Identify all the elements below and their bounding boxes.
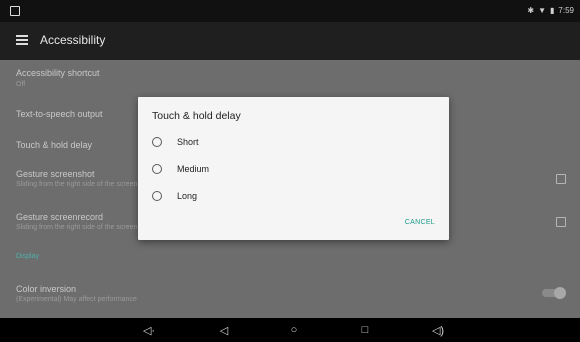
color-inversion-toggle[interactable] [542,287,566,299]
option-medium[interactable]: Medium [152,162,209,176]
home-icon[interactable]: ○ [286,322,302,338]
gesture-screenshot-checkbox[interactable] [556,174,566,184]
volume-down-icon[interactable]: ◁· [141,322,157,338]
option-label: Short [177,137,199,147]
setting-subtitle: (Experimental) May affect performance [16,296,137,303]
setting-title: Text-to-speech output [16,109,103,119]
bluetooth-icon: ✱ [527,6,535,15]
dialog-title: Touch & hold delay [152,110,241,122]
setting-row-accessibility-shortcut[interactable]: Accessibility shortcut Off [0,60,580,98]
cancel-button[interactable]: CANCEL [405,219,435,226]
app-bar: Accessibility [0,22,580,60]
setting-title: Touch & hold delay [16,140,93,150]
option-label: Long [177,191,198,201]
status-icons: ✱ ▼ ▮ 7:59 [527,6,574,15]
recents-icon[interactable]: □ [357,322,373,338]
gesture-screenrecord-checkbox[interactable] [556,217,566,227]
setting-title: Color inversion [16,284,77,294]
radio-button[interactable] [152,137,162,147]
navigation-bar: ◁· ◁ ○ □ ◁) [0,318,580,342]
option-label: Medium [177,164,210,174]
setting-title: Gesture screenshot [16,169,95,179]
wifi-icon: ▼ [538,6,547,15]
volume-up-icon[interactable]: ◁) [430,322,446,338]
setting-row-color-inversion[interactable]: Color inversion (Experimental) May affec… [0,272,580,314]
notification-icon [10,6,20,16]
setting-subtitle: Sliding from the right side of the scree… [16,224,138,231]
status-bar: ✱ ▼ ▮ 7:59 [0,0,580,22]
setting-subtitle: Off [16,81,26,88]
section-header-display: Display [16,253,39,260]
option-short[interactable]: Short [152,135,199,149]
page-title: Accessibility [40,33,106,47]
touch-hold-delay-dialog: Touch & hold delay Short Medium Long CAN… [138,97,449,240]
clock: 7:59 [558,6,574,15]
setting-subtitle: Sliding from the right side of the scree… [16,181,138,188]
back-icon[interactable]: ◁ [216,322,232,338]
radio-button[interactable] [152,191,162,201]
setting-title: Gesture screenrecord [16,212,104,222]
setting-title: Accessibility shortcut [16,68,100,78]
menu-icon[interactable] [16,35,28,45]
option-long[interactable]: Long [152,189,197,203]
radio-button[interactable] [152,164,162,174]
battery-icon: ▮ [550,6,555,15]
